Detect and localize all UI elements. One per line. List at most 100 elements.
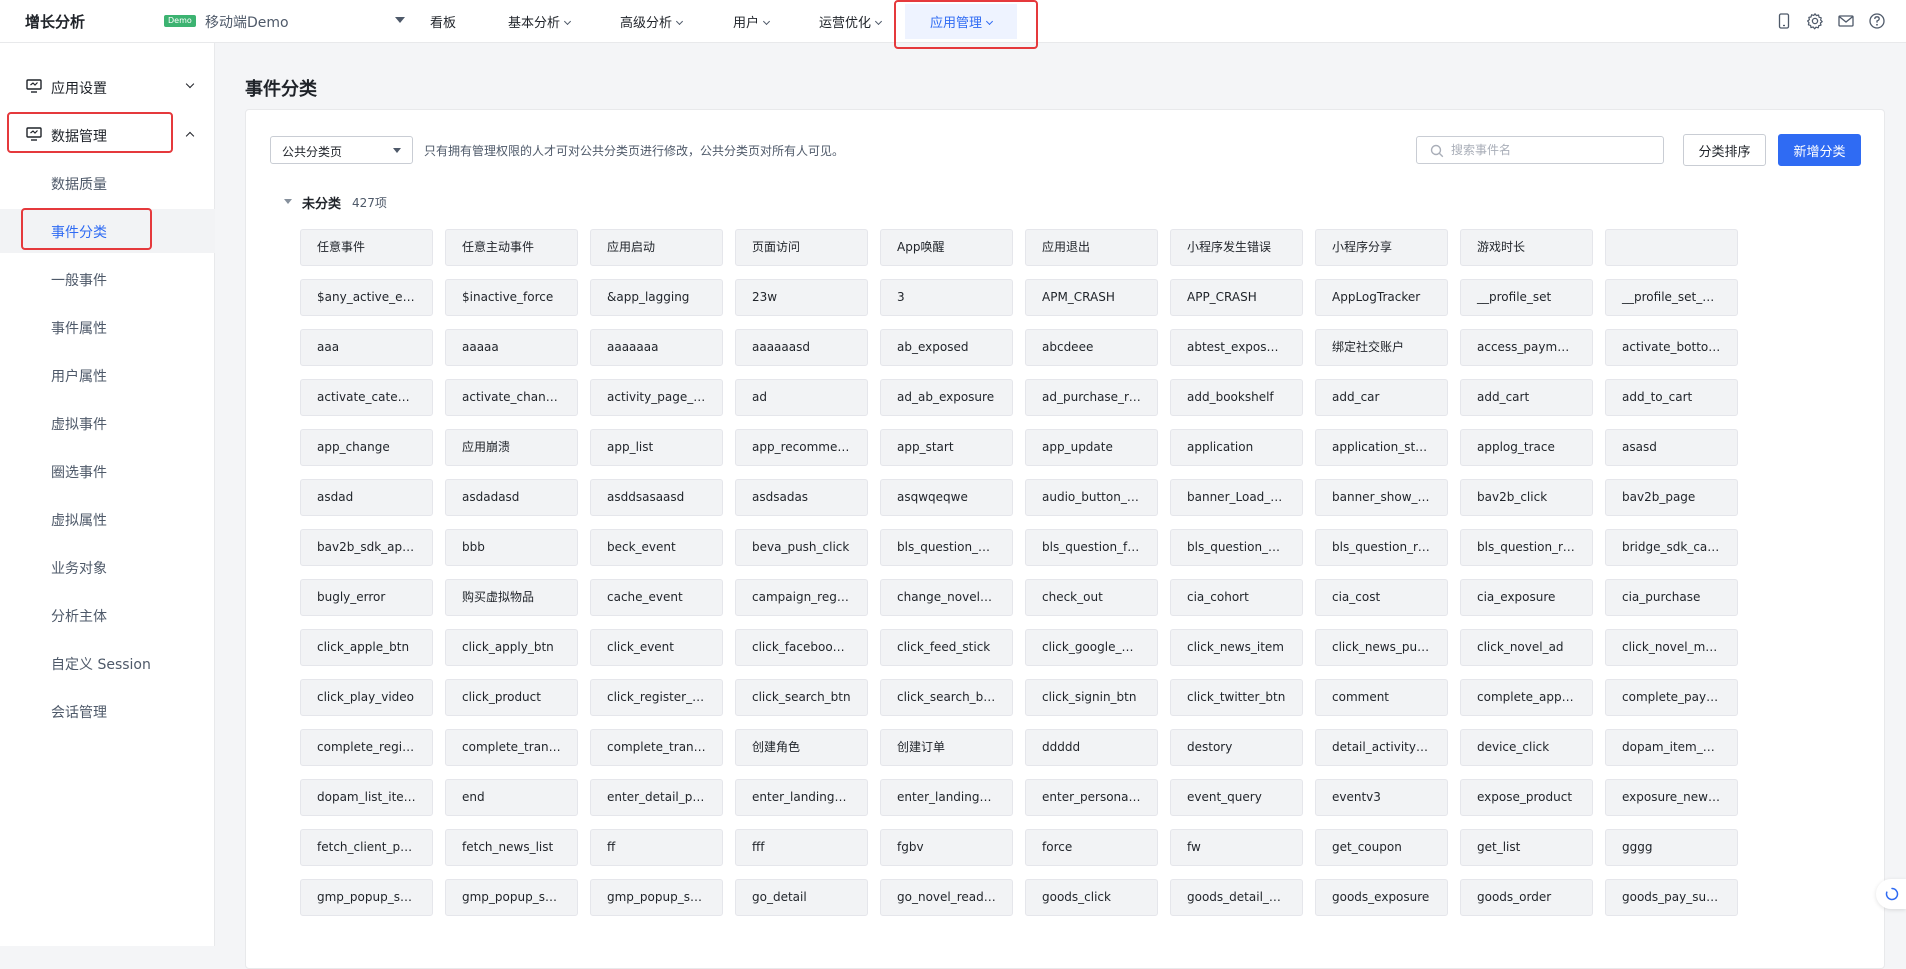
event-tag[interactable]: __profile_set [1460,279,1593,316]
event-tag[interactable]: click_play_video [300,679,433,716]
event-tag[interactable]: ab_exposed [880,329,1013,366]
event-tag[interactable]: click_signin_btn [1025,679,1158,716]
event-tag[interactable]: __profile_set_on… [1605,279,1738,316]
event-tag[interactable]: click_product [445,679,578,716]
event-tag[interactable]: aaaaaasd [735,329,868,366]
event-tag[interactable]: enter_landing_p… [735,779,868,816]
event-tag[interactable]: cia_cost [1315,579,1448,616]
event-tag[interactable]: add_car [1315,379,1448,416]
event-tag[interactable]: click_novel_ad [1460,629,1593,666]
event-tag[interactable]: get_list [1460,829,1593,866]
sidebar-item-user-properties[interactable]: 用户属性 [0,353,215,397]
sidebar-item-custom-session[interactable]: 自定义 Session [0,641,215,685]
gear-icon[interactable] [1806,12,1824,30]
event-tag[interactable]: beck_event [590,529,723,566]
event-tag[interactable]: access_paymen… [1460,329,1593,366]
event-tag[interactable]: complete_trans… [590,729,723,766]
event-tag[interactable]: asddsasaasd [590,479,723,516]
event-tag[interactable]: 任意主动事件 [445,229,578,266]
event-tag[interactable]: click_event [590,629,723,666]
sidebar-item-analysis-subject[interactable]: 分析主体 [0,593,215,637]
event-tag[interactable]: application [1170,429,1303,466]
event-tag[interactable]: add_to_cart [1605,379,1738,416]
search-input[interactable] [1451,141,1651,159]
event-tag[interactable]: app_list [590,429,723,466]
event-tag[interactable]: ddddd [1025,729,1158,766]
event-tag[interactable]: activity_page_vi… [590,379,723,416]
event-tag[interactable]: aaa [300,329,433,366]
event-tag[interactable]: comment [1315,679,1448,716]
event-tag[interactable]: add_cart [1460,379,1593,416]
event-tag[interactable]: beva_push_click [735,529,868,566]
event-tag[interactable]: goods_detail_vi… [1170,879,1303,916]
event-tag[interactable]: go_detail [735,879,868,916]
event-tag[interactable]: bav2b_sdk_app… [300,529,433,566]
event-tag[interactable]: 23w [735,279,868,316]
event-tag[interactable]: app_update [1025,429,1158,466]
event-tag[interactable]: click_twitter_btn [1170,679,1303,716]
event-tag[interactable]: go_novel_reader [880,879,1013,916]
event-tag[interactable]: app_recommend [735,429,868,466]
event-tag[interactable]: click_search_bt… [880,679,1013,716]
event-tag[interactable]: click_search_btn [735,679,868,716]
event-tag[interactable]: 创建角色 [735,729,868,766]
mail-icon[interactable] [1837,12,1855,30]
event-tag[interactable]: device_click [1460,729,1593,766]
event-tag[interactable]: audio_button_s… [1025,479,1158,516]
event-tag[interactable]: campaign_regis… [735,579,868,616]
event-tag[interactable]: 任意事件 [300,229,433,266]
event-tag[interactable]: click_novel_menu [1605,629,1738,666]
event-tag[interactable]: goods_exposure [1315,879,1448,916]
event-tag[interactable]: bbb [445,529,578,566]
event-tag[interactable]: app_start [880,429,1013,466]
event-tag[interactable]: 创建订单 [880,729,1013,766]
event-tag[interactable]: fgbv [880,829,1013,866]
floating-loader[interactable] [1876,879,1906,909]
app-selector-caret-icon[interactable] [395,17,405,23]
event-tag[interactable]: bls_question_re… [1315,529,1448,566]
event-tag[interactable]: fw [1170,829,1303,866]
event-tag[interactable]: asdad [300,479,433,516]
event-tag[interactable]: activate_category [300,379,433,416]
event-tag[interactable]: 应用崩溃 [445,429,578,466]
event-tag[interactable]: enter_landing_p… [880,779,1013,816]
event-tag[interactable]: bridge_sdk_call… [1605,529,1738,566]
sidebar-item-event-properties[interactable]: 事件属性 [0,305,215,349]
sidebar-item-circled-events[interactable]: 圈选事件 [0,449,215,493]
event-tag[interactable]: fff [735,829,868,866]
collapse-triangle-icon[interactable] [284,199,292,204]
event-tag[interactable]: complete_paym… [1605,679,1738,716]
event-tag[interactable]: 页面访问 [735,229,868,266]
event-tag[interactable]: &app_lagging [590,279,723,316]
sidebar-group-app-settings[interactable]: 应用设置 [0,65,215,109]
sort-categories-button[interactable]: 分类排序 [1683,134,1766,166]
event-tag[interactable]: bugly_error [300,579,433,616]
event-tag[interactable]: aaaaaaa [590,329,723,366]
event-tag[interactable]: destory [1170,729,1303,766]
event-tag[interactable]: abcdeee [1025,329,1158,366]
event-tag[interactable] [1605,229,1738,266]
event-tag[interactable]: cia_purchase [1605,579,1738,616]
sidebar-item-session-management[interactable]: 会话管理 [0,689,215,733]
sidebar-item-general-events[interactable]: 一般事件 [0,257,215,301]
brand-title[interactable]: 增长分析 [25,11,85,32]
nav-basic-analysis[interactable]: 基本分析 [508,12,572,31]
event-tag[interactable]: cia_exposure [1460,579,1593,616]
event-tag[interactable]: $any_active_event [300,279,433,316]
event-tag[interactable]: 应用启动 [590,229,723,266]
event-tag[interactable]: APP_CRASH [1170,279,1303,316]
event-tag[interactable]: click_news_item [1170,629,1303,666]
event-tag[interactable]: exposure_news… [1605,779,1738,816]
event-tag[interactable]: complete_trans… [445,729,578,766]
event-tag[interactable]: fetch_news_list [445,829,578,866]
event-tag[interactable]: APM_CRASH [1025,279,1158,316]
event-tag[interactable]: app_change [300,429,433,466]
event-tag[interactable]: activate_bottom… [1605,329,1738,366]
event-tag[interactable]: asdadasd [445,479,578,516]
event-tag[interactable]: gmp_popup_sh… [445,879,578,916]
event-tag[interactable]: aaaaa [445,329,578,366]
event-tag[interactable]: goods_pay_suc… [1605,879,1738,916]
event-tag[interactable]: add_bookshelf [1170,379,1303,416]
event-tag[interactable]: enter_detail_page [590,779,723,816]
sidebar-item-data-quality[interactable]: 数据质量 [0,161,215,205]
